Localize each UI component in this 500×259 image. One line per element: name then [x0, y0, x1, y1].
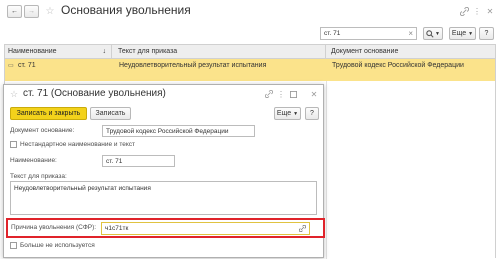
row-marker-icon: ▭: [8, 63, 14, 69]
chevron-down-icon: ▼: [293, 110, 299, 117]
chevron-down-icon: ▼: [435, 30, 440, 37]
cell-document: Трудовой кодекс Российской Федерации: [332, 62, 464, 69]
search-icon: [426, 29, 434, 38]
window-title: Основания увольнения: [61, 3, 191, 17]
help-button[interactable]: ?: [479, 27, 494, 40]
search-input-value: ст. 71: [324, 30, 341, 37]
more-button-label: Еще: [451, 30, 467, 37]
close-icon[interactable]: ✕: [309, 88, 319, 100]
reason-label: Причина увольнения (СФР):: [11, 224, 97, 231]
nonstandard-label: Нестандартное наименование и текст: [20, 141, 136, 148]
order-text-label: Текст для приказа:: [10, 173, 67, 180]
column-divider: [326, 81, 327, 259]
column-header-name[interactable]: Наименование ↓: [5, 45, 112, 59]
favorite-star-icon[interactable]: ☆: [44, 5, 56, 18]
name-label: Наименование:: [10, 157, 57, 164]
close-icon[interactable]: ✕: [484, 5, 496, 17]
sort-arrow-icon: ↓: [102, 48, 107, 55]
table-row[interactable]: ▭ ст. 71 Неудовлетворительный результат …: [5, 59, 495, 81]
maximize-icon[interactable]: [288, 89, 298, 99]
more-button[interactable]: Еще ▼: [274, 107, 301, 120]
link-icon[interactable]: [298, 224, 307, 234]
doc-basis-field[interactable]: Трудовой кодекс Российской Федерации: [102, 125, 255, 137]
column-header-document[interactable]: Документ основание: [327, 45, 495, 59]
dialog: ☆ ст. 71 (Основание увольнения) ⋮ ✕ Запи…: [3, 84, 325, 258]
link-icon[interactable]: [458, 5, 470, 17]
name-field[interactable]: ст. 71: [102, 155, 175, 167]
link-icon[interactable]: [264, 89, 274, 99]
save-and-close-button[interactable]: Записать и закрыть: [10, 107, 87, 120]
clear-search-icon[interactable]: ×: [408, 29, 413, 38]
cell-name: ст. 71: [18, 62, 36, 69]
search-input[interactable]: ст. 71 ×: [320, 27, 417, 40]
back-arrow-icon: ←: [11, 8, 18, 15]
help-button[interactable]: ?: [305, 107, 319, 120]
reason-value: ч1с71тк: [105, 225, 129, 232]
nonstandard-checkbox[interactable]: [10, 141, 17, 148]
table-header: Наименование ↓ Текст для приказа Докумен…: [5, 45, 495, 59]
more-vertical-icon[interactable]: ⋮: [472, 5, 482, 17]
order-text-area[interactable]: Неудовлетворительный результат испытания: [10, 181, 317, 215]
back-button[interactable]: ←: [7, 5, 22, 18]
not-used-label: Больше не используется: [20, 242, 95, 249]
chevron-down-icon: ▼: [468, 30, 474, 37]
column-header-order-text[interactable]: Текст для приказа: [113, 45, 326, 59]
save-button[interactable]: Записать: [90, 107, 131, 120]
favorite-star-icon[interactable]: ☆: [9, 88, 19, 100]
search-button[interactable]: ▼: [423, 27, 443, 40]
forward-button[interactable]: →: [24, 5, 39, 18]
reason-field[interactable]: ч1с71тк: [101, 222, 310, 235]
dialog-title: ст. 71 (Основание увольнения): [23, 88, 166, 99]
doc-basis-label: Документ основание:: [10, 127, 75, 134]
forward-arrow-icon: →: [28, 8, 35, 15]
more-vertical-icon[interactable]: ⋮: [277, 89, 285, 99]
not-used-checkbox[interactable]: [10, 242, 17, 249]
cell-order-text: Неудовлетворительный результат испытания: [119, 62, 267, 69]
help-label: ?: [484, 30, 489, 37]
more-button[interactable]: Еще ▼: [449, 27, 476, 40]
